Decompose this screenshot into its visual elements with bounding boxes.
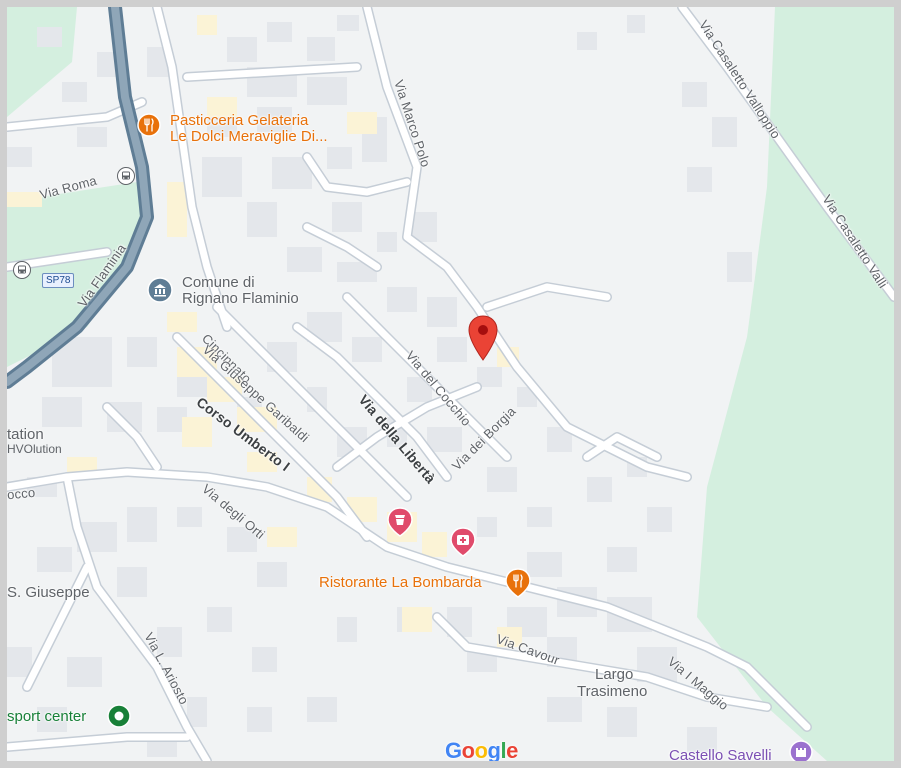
map-frame: Via Roma Via Flaminia Via Marco Polo Via… — [0, 0, 901, 768]
poi-label-comune-line2[interactable]: Rignano Flaminio — [182, 291, 299, 306]
logo-letter: e — [506, 738, 518, 761]
building-blocks — [7, 15, 752, 757]
poi-label-station-line2[interactable]: HVOlution — [7, 443, 62, 455]
poi-label-sport-center[interactable]: sport center — [7, 709, 86, 724]
poi-label-station-line1[interactable]: tation — [7, 427, 44, 442]
poi-label-pasticceria-line2[interactable]: Le Dolci Meraviglie Di... — [170, 129, 328, 144]
poi-label-comune-line1[interactable]: Comune di — [182, 275, 255, 290]
poi-label-ristorante[interactable]: Ristorante La Bombarda — [319, 575, 482, 590]
poi-label-largo-line1[interactable]: Largo — [595, 667, 633, 682]
logo-letter: g — [487, 738, 501, 761]
map-canvas[interactable]: Via Roma Via Flaminia Via Marco Polo Via… — [7, 7, 894, 761]
poi-label-castello[interactable]: Castello Savelli — [669, 748, 772, 761]
poi-label-largo-line2[interactable]: Trasimeno — [577, 684, 647, 699]
logo-letter: G — [445, 738, 462, 761]
logo-letter: o — [461, 738, 475, 761]
poi-label-pasticceria-line1[interactable]: Pasticceria Gelateria — [170, 113, 308, 128]
logo-letter: o — [474, 738, 488, 761]
google-logo: Google — [445, 738, 518, 761]
poi-label-giuseppe[interactable]: S. Giuseppe — [7, 585, 90, 600]
street-label-rocco: occo — [7, 484, 36, 503]
route-shield-sp78: SP78 — [42, 273, 75, 288]
